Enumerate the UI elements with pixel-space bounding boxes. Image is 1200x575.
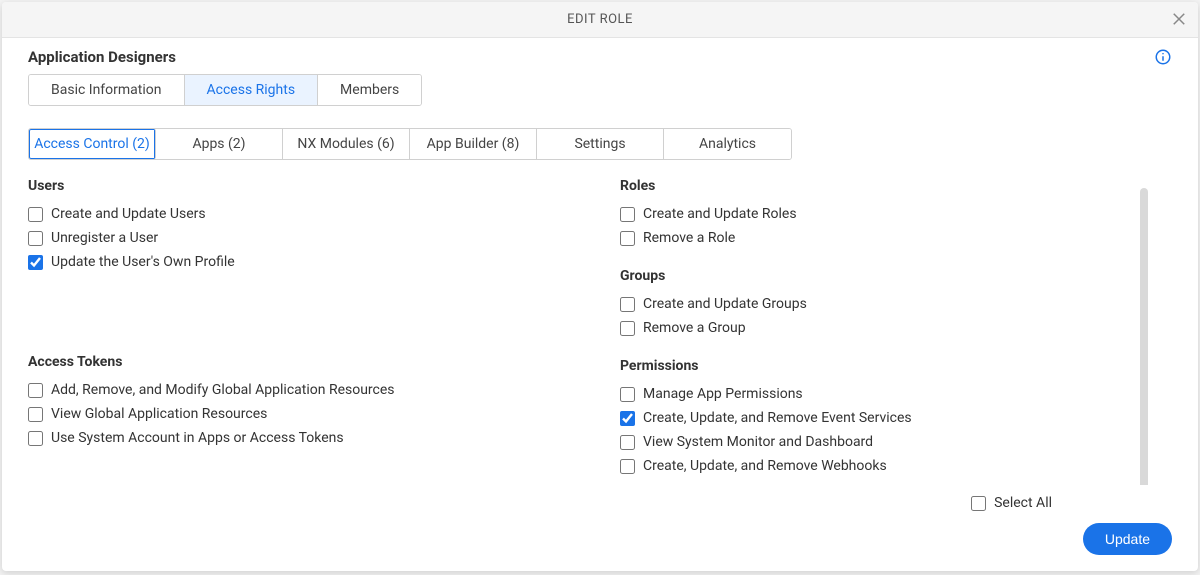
perm-group-title: Access Tokens xyxy=(28,354,580,370)
perm-item[interactable]: Remove a Group xyxy=(620,316,1172,340)
perm-item[interactable]: Create and Update Users xyxy=(28,202,580,226)
perm-group-access-tokens: Access Tokens Add, Remove, and Modify Glo… xyxy=(28,354,580,450)
perm-group-permissions: Permissions Manage App Permissions Create,… xyxy=(620,358,1172,478)
perm-checkbox[interactable] xyxy=(620,231,635,246)
perm-label: Manage App Permissions xyxy=(643,386,803,402)
select-all-label: Select All xyxy=(994,495,1052,511)
perm-checkbox[interactable] xyxy=(620,387,635,402)
perm-item[interactable]: View Global Application Resources xyxy=(28,402,580,426)
perm-checkbox[interactable] xyxy=(28,207,43,222)
perm-checkbox[interactable] xyxy=(28,231,43,246)
perm-item[interactable]: Unregister a User xyxy=(28,226,580,250)
perm-group-title: Groups xyxy=(620,268,1172,284)
sub-tab-settings[interactable]: Settings xyxy=(537,129,664,159)
top-tabs: Basic InformationAccess RightsMembers xyxy=(28,74,422,106)
edit-role-modal: EDIT ROLE Application Designers Basic In… xyxy=(2,2,1198,571)
modal-body: Application Designers Basic InformationA… xyxy=(2,38,1198,485)
left-column: Users Create and Update Users Unregister a… xyxy=(28,174,580,485)
perm-label: View Global Application Resources xyxy=(51,406,267,422)
sub-tab-app-builder-8-[interactable]: App Builder (8) xyxy=(410,129,537,159)
perm-item[interactable]: Add, Remove, and Modify Global Applicati… xyxy=(28,378,580,402)
top-tab-members[interactable]: Members xyxy=(318,75,421,105)
modal-header: EDIT ROLE xyxy=(2,2,1198,38)
top-tab-basic-information[interactable]: Basic Information xyxy=(29,75,185,105)
perm-checkbox[interactable] xyxy=(620,297,635,312)
perm-group-title: Users xyxy=(28,178,580,194)
sub-tab-nx-modules-6-[interactable]: NX Modules (6) xyxy=(283,129,410,159)
perm-item[interactable]: Create and Update Roles xyxy=(620,202,1172,226)
sub-tab-access-control-2-[interactable]: Access Control (2) xyxy=(29,129,156,159)
perm-group-title: Permissions xyxy=(620,358,1172,374)
perm-group-roles: Roles Create and Update Roles Remove a Rol… xyxy=(620,178,1172,250)
modal-footer: Select All Update xyxy=(2,485,1198,571)
perm-checkbox[interactable] xyxy=(620,207,635,222)
perm-label: Update the User's Own Profile xyxy=(51,254,235,270)
perm-item[interactable]: View System Monitor and Dashboard xyxy=(620,430,1172,454)
role-name: Application Designers xyxy=(28,48,1172,66)
perm-checkbox[interactable] xyxy=(28,255,43,270)
sub-tab-apps-2-[interactable]: Apps (2) xyxy=(156,129,283,159)
perm-item[interactable]: Create, Update, and Remove Webhooks xyxy=(620,454,1172,478)
scrollbar[interactable] xyxy=(1140,188,1148,485)
perm-checkbox[interactable] xyxy=(620,435,635,450)
perm-item[interactable]: Remove a Role xyxy=(620,226,1172,250)
select-all-row[interactable]: Select All xyxy=(971,495,1052,511)
perm-item[interactable]: Update the User's Own Profile xyxy=(28,250,580,274)
perm-label: Create and Update Groups xyxy=(643,296,807,312)
perm-item[interactable]: Create and Update Groups xyxy=(620,292,1172,316)
top-tab-access-rights[interactable]: Access Rights xyxy=(185,75,319,105)
close-icon[interactable] xyxy=(1170,10,1188,28)
perm-checkbox[interactable] xyxy=(28,407,43,422)
update-button[interactable]: Update xyxy=(1083,523,1172,555)
perm-checkbox[interactable] xyxy=(620,411,635,426)
perm-label: Add, Remove, and Modify Global Applicati… xyxy=(51,382,395,398)
right-column: Roles Create and Update Roles Remove a Rol… xyxy=(620,174,1172,485)
perm-label: Create and Update Roles xyxy=(643,206,797,222)
perm-item[interactable]: Create, Update, and Remove Event Service… xyxy=(620,406,1172,430)
perm-label: Create, Update, and Remove Webhooks xyxy=(643,458,887,474)
perm-label: Remove a Group xyxy=(643,320,746,336)
perm-checkbox[interactable] xyxy=(28,383,43,398)
modal-title: EDIT ROLE xyxy=(567,12,633,27)
perm-label: Unregister a User xyxy=(51,230,158,246)
perm-group-title: Roles xyxy=(620,178,1172,194)
perm-item[interactable]: Manage App Permissions xyxy=(620,382,1172,406)
info-icon[interactable] xyxy=(1154,48,1172,66)
sub-tabs: Access Control (2)Apps (2)NX Modules (6)… xyxy=(28,128,792,160)
perm-label: Remove a Role xyxy=(643,230,735,246)
perm-group-groups: Groups Create and Update Groups Remove a G… xyxy=(620,268,1172,340)
perm-label: View System Monitor and Dashboard xyxy=(643,434,873,450)
permissions-grid: Users Create and Update Users Unregister a… xyxy=(28,174,1172,485)
perm-group-users: Users Create and Update Users Unregister a… xyxy=(28,178,580,274)
perm-label: Create and Update Users xyxy=(51,206,206,222)
perm-checkbox[interactable] xyxy=(620,459,635,474)
perm-item[interactable]: Use System Account in Apps or Access Tok… xyxy=(28,426,580,450)
sub-tab-analytics[interactable]: Analytics xyxy=(664,129,791,159)
select-all-checkbox[interactable] xyxy=(971,496,986,511)
perm-label: Use System Account in Apps or Access Tok… xyxy=(51,430,344,446)
perm-checkbox[interactable] xyxy=(620,321,635,336)
perm-label: Create, Update, and Remove Event Service… xyxy=(643,410,912,426)
perm-checkbox[interactable] xyxy=(28,431,43,446)
